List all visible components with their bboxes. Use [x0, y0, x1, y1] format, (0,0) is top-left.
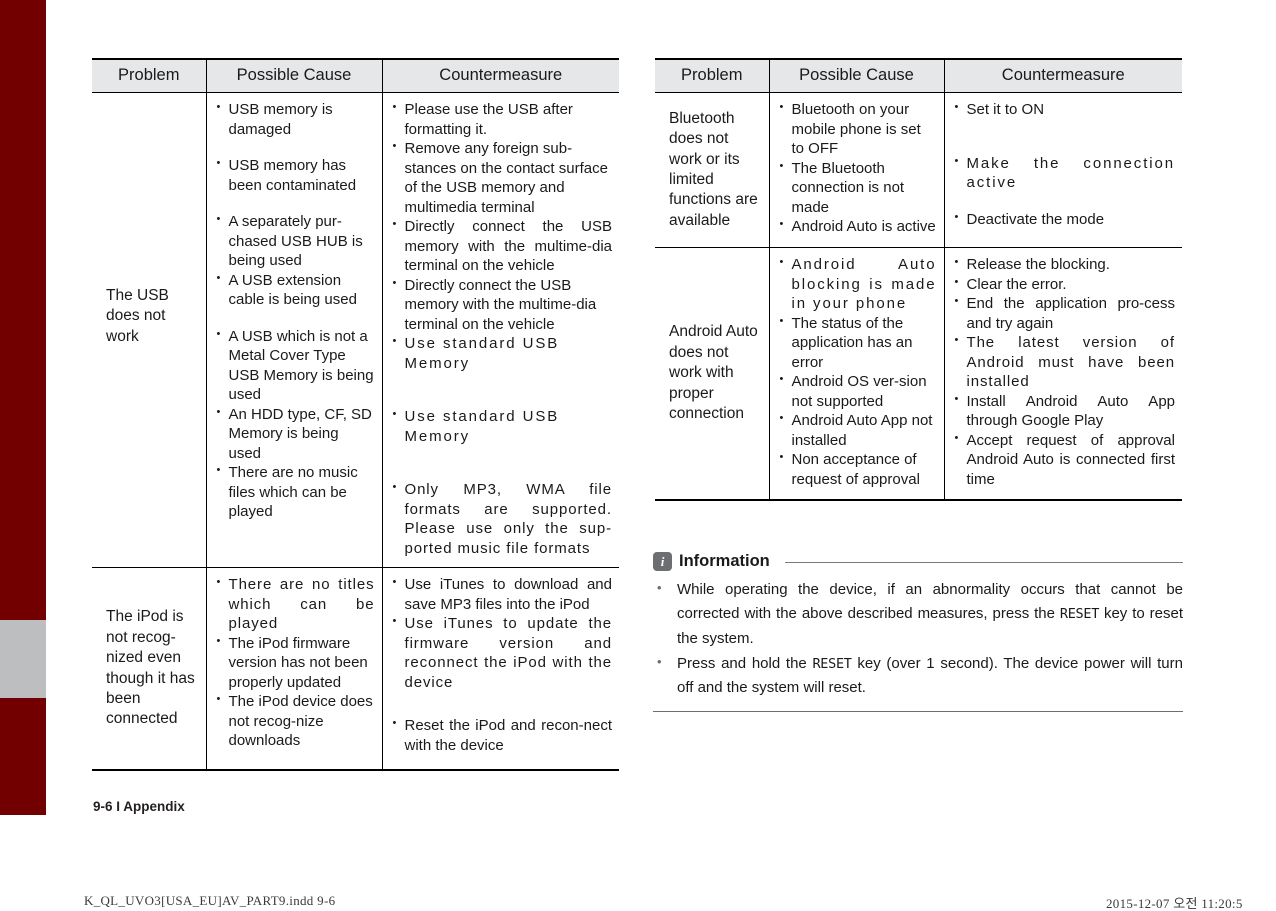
table-row: Android Auto does not work with proper c… [655, 247, 1182, 501]
list-item: While operating the device, if an abnorm… [653, 577, 1183, 651]
list-item: Android Auto blocking is made in your ph… [779, 254, 937, 314]
countermeasure-list: Please use the USB after formatting it. … [392, 99, 613, 558]
problem-text: The iPod is not recog-nized even though … [106, 608, 195, 728]
list-item: The iPod firmware version has not been p… [216, 633, 375, 693]
cause-list: USB memory is damaged USB memory has bee… [216, 99, 375, 522]
countermeasure-list: Use iTunes to download and save MP3 file… [392, 574, 613, 755]
cause-list: Bluetooth on your mobile phone is set to… [779, 99, 937, 237]
cell-possible-cause: Android Auto blocking is made in your ph… [768, 247, 945, 501]
information-bottom-divider [653, 711, 1183, 713]
page-spine-band [0, 620, 46, 698]
list-item: Android OS ver-sion not supported [779, 371, 937, 411]
column-header-problem: Problem [92, 58, 207, 93]
cell-countermeasure: Set it to ON Make the connection active … [943, 92, 1182, 248]
countermeasure-list: Set it to ON Make the connection active … [954, 99, 1176, 230]
list-item: End the application pro-cess and try aga… [954, 293, 1175, 333]
list-item: Clear the error. [954, 274, 1176, 295]
table-header-row: Problem Possible Cause Countermeasure [655, 58, 1182, 93]
right-table-container: Problem Possible Cause Countermeasure Bl… [655, 58, 1182, 501]
column-header-possible-cause: Possible Cause [768, 58, 945, 93]
list-item: USB memory has been contaminated [216, 155, 375, 195]
list-item: The iPod device does not recog-nize down… [216, 691, 375, 751]
list-item: Directly connect the USB memory with the… [392, 275, 613, 335]
table-row: The USB does not work USB memory is dama… [92, 92, 619, 568]
list-item: Install Android Auto App through Google … [954, 391, 1175, 431]
troubleshooting-table-left: Problem Possible Cause Countermeasure Th… [92, 58, 619, 771]
list-item: The latest version of Android must have … [954, 332, 1176, 392]
list-item: Non acceptance of request of approval [779, 449, 937, 489]
information-divider [784, 562, 1183, 563]
cell-possible-cause: There are no titles which can be played … [205, 567, 383, 771]
column-header-possible-cause: Possible Cause [205, 58, 383, 93]
cell-problem: The iPod is not recog-nized even though … [92, 567, 207, 771]
table-header-row: Problem Possible Cause Countermeasure [92, 58, 619, 93]
column-header-countermeasure: Countermeasure [381, 58, 619, 93]
list-item: A USB which is not a Metal Cover Type US… [216, 326, 375, 405]
list-item: USB memory is damaged [216, 99, 375, 139]
list-item: A separately pur-chased USB HUB is being… [216, 211, 375, 271]
column-header-countermeasure: Countermeasure [943, 58, 1182, 93]
list-item: Please use the USB after formatting it. [392, 99, 613, 139]
list-item: Bluetooth on your mobile phone is set to… [779, 99, 937, 159]
troubleshooting-table-right: Problem Possible Cause Countermeasure Bl… [655, 58, 1182, 501]
cell-countermeasure: Release the blocking. Clear the error. E… [943, 247, 1182, 501]
print-footer-timestamp: 2015-12-07 오전 11:20:5 [1106, 896, 1243, 911]
list-item: Remove any foreign sub-stances on the co… [392, 138, 613, 217]
list-item: Use standard USB Memory [392, 333, 613, 373]
info-text-part1: Press and hold the [677, 654, 813, 672]
information-list: While operating the device, if an abnorm… [653, 577, 1183, 701]
list-item: There are no titles which can be played [216, 574, 375, 634]
problem-text: The USB does not work [106, 286, 169, 345]
list-item: Android Auto is active [779, 216, 937, 237]
reset-key-label: RESET [1059, 606, 1100, 623]
information-title: Information [679, 552, 770, 570]
list-item: Only MP3, WMA file formats are supported… [392, 479, 613, 558]
cell-possible-cause: USB memory is damaged USB memory has bee… [205, 92, 383, 568]
table-row: The iPod is not recog-nized even though … [92, 567, 619, 771]
cause-list: There are no titles which can be played … [216, 574, 375, 751]
left-table-container: Problem Possible Cause Countermeasure Th… [92, 58, 619, 771]
list-item: A USB extension cable is being used [216, 270, 375, 310]
list-item: An HDD type, CF, SD Memory is being used [216, 404, 375, 464]
page-footer-label: 9-6 I Appendix [93, 799, 185, 814]
information-header: i Information [653, 552, 1183, 571]
information-note: i Information While operating the device… [653, 552, 1183, 713]
list-item: There are no music files which can be pl… [216, 462, 375, 522]
info-icon: i [653, 552, 672, 571]
cell-countermeasure: Please use the USB after formatting it. … [381, 92, 619, 568]
list-item: Press and hold the RESET key (over 1 sec… [653, 651, 1183, 701]
reset-key-label: RESET [812, 655, 852, 672]
list-item: Use iTunes to update the firmware versio… [392, 613, 613, 692]
list-item: Accept request of approval Android Auto … [954, 430, 1175, 490]
problem-text: Android Auto does not work with proper c… [669, 323, 758, 423]
list-item: The Bluetooth connection is not made [779, 158, 937, 218]
list-item: The status of the application has an err… [779, 313, 937, 373]
cell-problem: Android Auto does not work with proper c… [655, 247, 770, 501]
countermeasure-list: Release the blocking. Clear the error. E… [954, 254, 1176, 490]
cause-list: Android Auto blocking is made in your ph… [779, 254, 937, 489]
list-item: Make the connection active [954, 153, 1176, 193]
list-item: Reset the iPod and recon-nect with the d… [392, 715, 612, 755]
print-footer-filename: K_QL_UVO3[USA_EU]AV_PART9.indd 9-6 [84, 893, 336, 908]
table-row: Bluetooth does not work or its limited f… [655, 92, 1182, 248]
list-item: Directly connect the USB memory with the… [392, 216, 612, 276]
cell-problem: Bluetooth does not work or its limited f… [655, 92, 770, 248]
list-item: Use standard USB Memory [392, 406, 613, 446]
column-header-problem: Problem [655, 58, 770, 93]
list-item: Deactivate the mode [954, 209, 1176, 230]
page-spine-decoration [0, 0, 46, 815]
cell-possible-cause: Bluetooth on your mobile phone is set to… [768, 92, 945, 248]
list-item: Set it to ON [954, 99, 1176, 120]
list-item: Use iTunes to download and save MP3 file… [392, 574, 612, 614]
cell-countermeasure: Use iTunes to download and save MP3 file… [381, 567, 619, 771]
list-item: Release the blocking. [954, 254, 1176, 275]
cell-problem: The USB does not work [92, 92, 207, 568]
problem-text: Bluetooth does not work or its limited f… [669, 109, 758, 229]
manual-page: Problem Possible Cause Countermeasure Th… [0, 0, 1276, 911]
list-item: Android Auto App not installed [779, 410, 937, 450]
